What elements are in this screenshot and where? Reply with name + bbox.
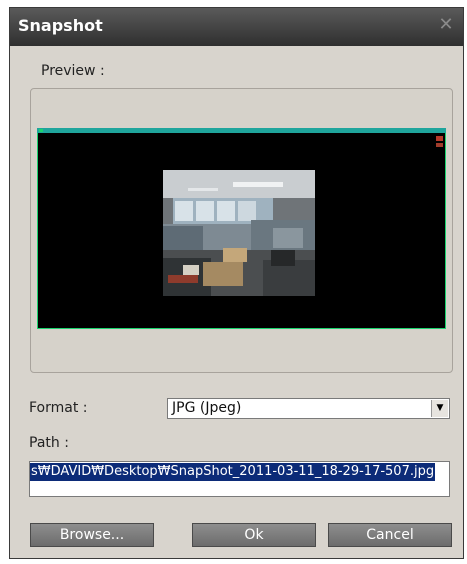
preview-label: Preview : [41,63,105,79]
path-input[interactable]: s₩DAVID₩Desktop₩SnapShot_2011-03-11_18-2… [29,461,450,497]
title-bar[interactable]: Snapshot ✕ [10,8,463,46]
path-label: Path : [29,435,69,451]
record-indicator [436,136,443,141]
snapshot-dialog: Snapshot ✕ Preview : Format: JPG (Jpeg)… [9,7,464,559]
ok-button[interactable]: Ok [192,523,316,547]
cancel-button[interactable]: Cancel [328,523,452,547]
dialog-title: Snapshot [18,16,103,35]
video-preview [37,128,446,329]
format-label: Format : [29,400,88,416]
format-select[interactable]: JPG (Jpeg) ▼ [167,398,450,419]
browse-button[interactable]: Browse... [30,523,154,547]
status-indicator [39,129,43,132]
camera-image [163,170,315,296]
path-value: s₩DAVID₩Desktop₩SnapShot_2011-03-11_18-2… [30,463,436,481]
chevron-down-icon[interactable]: ▼ [431,400,448,417]
format-selected-value: JPG (Jpeg) [172,400,242,416]
close-icon[interactable]: ✕ [437,16,455,34]
record-indicator-2 [436,143,443,147]
